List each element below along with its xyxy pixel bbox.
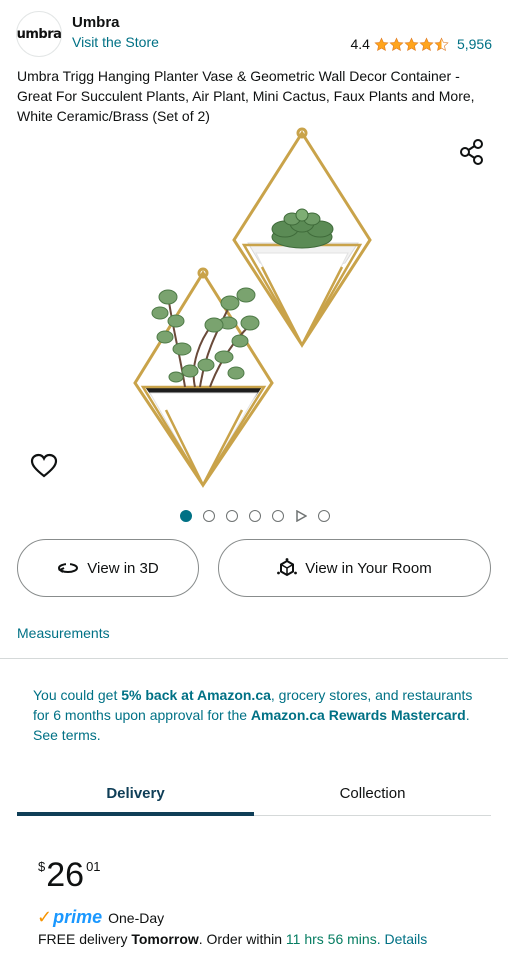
carousel-dot[interactable] [226, 510, 238, 522]
delivery-countdown: 11 hrs 56 mins [285, 931, 377, 947]
order-within-text: . Order within [198, 931, 286, 947]
rating-count[interactable]: 5,956 [457, 36, 492, 52]
rotate-3d-icon [58, 561, 79, 573]
image-carousel-dots [180, 510, 330, 522]
tab-collection[interactable]: Collection [254, 770, 491, 816]
promo-highlight: 5% back at Amazon.ca [121, 687, 271, 703]
delivery-speed: One-Day [108, 909, 165, 926]
brand-logo[interactable]: umbra [16, 11, 62, 57]
prime-badge: ✓ prime One-Day [37, 907, 164, 928]
delivery-details-link[interactable]: . Details [377, 931, 428, 947]
prime-logo: ✓ prime [37, 907, 102, 928]
measurements-link[interactable]: Measurements [17, 625, 110, 641]
delivery-estimate: FREE delivery Tomorrow. Order within 11 … [38, 931, 427, 947]
star-icon [374, 36, 389, 51]
prime-wordmark: prime [53, 907, 103, 927]
free-delivery-text: FREE delivery [38, 931, 132, 947]
planter-illustration [133, 127, 372, 488]
price-currency: $ [38, 859, 46, 874]
price-whole: 26 [46, 856, 85, 894]
share-icon[interactable] [458, 138, 486, 166]
view-in-3d-label: View in 3D [87, 559, 159, 577]
section-divider [0, 658, 508, 659]
star-icon [389, 36, 404, 51]
star-icon [404, 36, 419, 51]
rating-value: 4.4 [350, 36, 370, 52]
rating-summary[interactable]: 4.4 5,956 [350, 36, 492, 52]
fulfillment-tabs: Delivery Collection [17, 770, 491, 816]
ar-cube-icon [277, 558, 298, 577]
visit-store-link[interactable]: Visit the Store [72, 34, 159, 50]
tab-delivery[interactable]: Delivery [17, 770, 254, 816]
active-tab-indicator [17, 812, 254, 816]
view-in-room-label: View in Your Room [305, 559, 432, 577]
delivery-day: Tomorrow [131, 931, 199, 947]
half-star-icon [434, 36, 449, 51]
carousel-dot[interactable] [249, 510, 261, 522]
price: $ 26 01 [38, 855, 101, 895]
brand-name[interactable]: Umbra [72, 14, 120, 31]
carousel-dot[interactable] [318, 510, 330, 522]
heart-icon[interactable] [30, 453, 58, 479]
price-fraction: 01 [86, 859, 101, 874]
rewards-promo[interactable]: You could get 5% back at Amazon.ca, groc… [33, 685, 473, 745]
carousel-dot[interactable] [203, 510, 215, 522]
tab-divider [254, 815, 491, 816]
brand-header: umbra Umbra Visit the Store 4.4 5,956 [0, 0, 508, 62]
play-icon[interactable] [295, 510, 307, 522]
carousel-dot[interactable] [180, 510, 192, 522]
promo-card-name: Amazon.ca Rewards Mastercard [250, 707, 466, 723]
view-in-3d-button[interactable]: View in 3D [17, 539, 199, 597]
promo-text: You could get [33, 687, 122, 703]
star-rating [374, 36, 449, 52]
view-in-room-button[interactable]: View in Your Room [218, 539, 491, 597]
product-title: Umbra Trigg Hanging Planter Vase & Geome… [17, 68, 475, 124]
star-icon [419, 36, 434, 51]
prime-check-icon: ✓ [37, 907, 53, 927]
carousel-dot[interactable] [272, 510, 284, 522]
product-image[interactable] [0, 125, 508, 505]
